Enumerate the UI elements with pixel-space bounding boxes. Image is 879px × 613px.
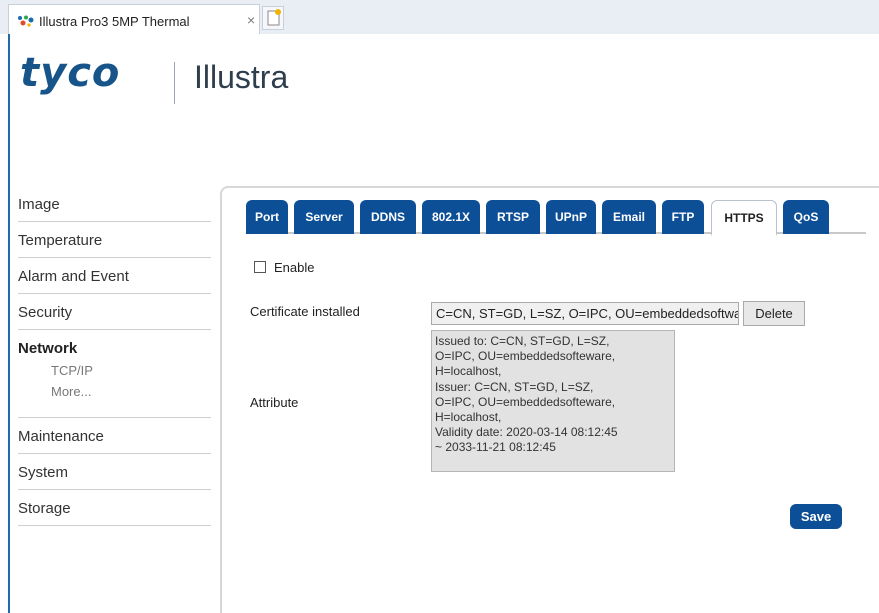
certificate-label: Certificate installed xyxy=(250,304,360,319)
tab-email[interactable]: Email xyxy=(602,200,656,234)
tab-port[interactable]: Port xyxy=(246,200,288,234)
attribute-label: Attribute xyxy=(250,395,299,410)
tab-ftp[interactable]: FTP xyxy=(662,200,704,234)
browser-tab-strip: Illustra Pro3 5MP Thermal × xyxy=(0,0,879,34)
sidebar-item-storage[interactable]: Storage xyxy=(18,490,211,526)
sidebar-item-system[interactable]: System xyxy=(18,454,211,490)
network-tab-bar: Port Server DDNS 802.1X RTSP UPnP Email … xyxy=(246,200,866,236)
logo-divider xyxy=(174,62,175,104)
sidebar-item-network[interactable]: Network xyxy=(18,340,211,357)
sidebar-item-alarm-and-event[interactable]: Alarm and Event xyxy=(18,258,211,294)
new-tab-page-icon xyxy=(267,9,281,26)
enable-checkbox[interactable] xyxy=(254,261,266,273)
certificate-field: C=CN, ST=GD, L=SZ, O=IPC, OU=embeddedsof… xyxy=(431,302,739,325)
delete-button[interactable]: Delete xyxy=(743,301,805,326)
new-tab-icon[interactable] xyxy=(262,6,284,30)
attribute-line: O=IPC, OU=embeddedsofteware, xyxy=(435,394,616,409)
sidebar-subitem-more[interactable]: More... xyxy=(51,384,211,399)
content-panel: Port Server DDNS 802.1X RTSP UPnP Email … xyxy=(220,186,879,613)
sidebar-item-image[interactable]: Image xyxy=(18,186,211,222)
sidebar-subitem-tcp-ip[interactable]: TCP/IP xyxy=(51,363,211,378)
attribute-line: H=localhost, xyxy=(435,410,502,425)
logo-product: Illustra xyxy=(194,59,289,95)
sidebar-group-network: Network TCP/IP More... xyxy=(18,330,211,418)
attribute-line: Issued to: C=CN, ST=GD, L=SZ, xyxy=(435,334,610,348)
save-button[interactable]: Save xyxy=(790,504,842,529)
tab-upnp[interactable]: UPnP xyxy=(546,200,596,234)
attribute-line: ~ 2033-11-21 08:12:45 xyxy=(435,440,556,455)
sidebar-item-maintenance[interactable]: Maintenance xyxy=(18,418,211,454)
enable-row: Enable xyxy=(254,260,314,275)
sidebar-item-temperature[interactable]: Temperature xyxy=(18,222,211,258)
tab-ddns[interactable]: DDNS xyxy=(360,200,416,234)
browser-tab[interactable]: Illustra Pro3 5MP Thermal × xyxy=(8,4,260,34)
sidebar-nav: Image Temperature Alarm and Event Securi… xyxy=(18,186,211,526)
tab-rtsp[interactable]: RTSP xyxy=(486,200,540,234)
tab-qos[interactable]: QoS xyxy=(783,200,829,234)
tab-802-1x[interactable]: 802.1X xyxy=(422,200,480,234)
attribute-line: H=localhost, xyxy=(435,364,502,379)
browser-tab-title: Illustra Pro3 5MP Thermal xyxy=(39,14,190,29)
attribute-line: Issuer: C=CN, ST=GD, L=SZ, xyxy=(435,379,594,394)
illustra-favicon-icon xyxy=(18,15,34,27)
attribute-line: O=IPC, OU=embeddedsofteware, xyxy=(435,349,616,364)
attribute-box: Issued to: C=CN, ST=GD, L=SZ, O=IPC, OU=… xyxy=(431,330,675,472)
tab-server[interactable]: Server xyxy=(294,200,354,234)
sidebar-item-security[interactable]: Security xyxy=(18,294,211,330)
logo-brand: tyco xyxy=(20,50,121,96)
close-tab-icon[interactable]: × xyxy=(247,12,255,28)
attribute-line: Validity date: 2020-03-14 08:12:45 xyxy=(435,425,618,440)
enable-label: Enable xyxy=(274,260,315,275)
tab-https[interactable]: HTTPS xyxy=(711,200,777,236)
